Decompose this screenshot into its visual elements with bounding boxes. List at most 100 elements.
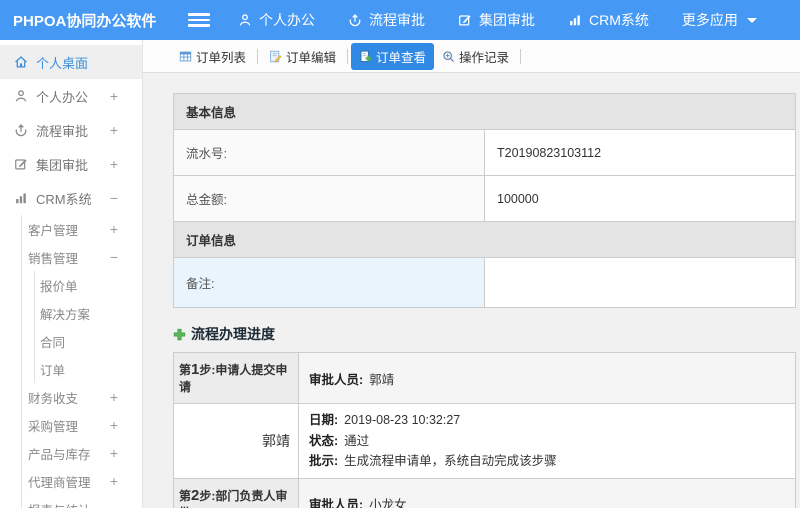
nav-item-personal-office[interactable]: 个人办公	[238, 10, 315, 30]
tab-operation-log[interactable]: 操作记录	[434, 43, 517, 70]
sidebar-item-label: CRM系统	[36, 191, 92, 207]
section-title: 基本信息	[173, 93, 796, 130]
tab-separator	[520, 48, 522, 64]
tab-order-list[interactable]: 订单列表	[171, 43, 254, 70]
tab-strip: 订单列表 订单编辑 订单查看 操作记录	[143, 40, 800, 73]
approver-cell: 审批人员: 小龙女	[298, 477, 796, 508]
sidebar: 个人桌面个人办公 + 流程审批 + 集团审批 + CRM系统 − 客户管理 + 销售管理 − 报价单解决…	[0, 40, 143, 508]
date-line-value: 2019-08-23 10:32:27	[344, 413, 461, 427]
tab-separator	[347, 48, 349, 64]
expand-icon[interactable]: +	[110, 122, 118, 138]
sidebar-item-customer-mgmt[interactable]: 客户管理 +	[22, 215, 142, 243]
expand-icon[interactable]: +	[110, 88, 118, 104]
nav-item-workflow-approval[interactable]: 流程审批	[348, 10, 425, 30]
step-header-row: 第2步:部门负责人审批审批人员: 小龙女	[173, 477, 796, 508]
step-date-line: 日期: 2019-08-23 10:32:27	[309, 410, 785, 431]
step-detail-row: 郭靖 日期: 2019-08-23 10:32:27 状态: 通过 批示: 生成流程申请单，…	[173, 403, 796, 479]
expand-icon[interactable]: +	[110, 389, 118, 405]
collapse-icon[interactable]: −	[110, 249, 118, 265]
menu-icon[interactable]	[188, 13, 210, 27]
user-icon	[14, 89, 28, 103]
nav-item-label: 更多应用	[681, 12, 738, 28]
approver-label: 审批人员:	[309, 372, 364, 387]
nav-item-crm-system[interactable]: CRM系统	[568, 10, 649, 30]
info-row: 备注:	[173, 257, 796, 308]
comment-line-label: 批示:	[309, 454, 339, 469]
section-header-row: 基本信息	[173, 93, 796, 130]
sidebar-item-label: 个人桌面	[36, 55, 89, 71]
sidebar-item-reports[interactable]: 报表与统计	[22, 495, 142, 508]
sidebar-item-label: 采购管理	[28, 419, 79, 434]
comment-line-value: 生成流程申请单，系统自动完成该步骤	[344, 454, 557, 469]
sidebar-item-label: 销售管理	[28, 251, 79, 266]
sidebar-item-quotation[interactable]: 报价单	[35, 271, 142, 299]
sidebar-item-label: 报价单	[40, 279, 78, 294]
edit-page-icon	[269, 50, 282, 63]
step-detail-cell: 日期: 2019-08-23 10:32:27 状态: 通过 批示: 生成流程申请单，系统…	[298, 403, 796, 479]
sidebar-item-finance[interactable]: 财务收支 +	[22, 383, 142, 411]
sidebar-item-label: 个人办公	[36, 89, 89, 105]
expand-icon[interactable]: +	[110, 473, 118, 489]
app-logo: PHPOA协同办公软件	[13, 12, 157, 30]
expand-icon[interactable]: +	[110, 445, 118, 461]
section-title: 订单信息	[173, 221, 796, 258]
field-label: 总金额:	[173, 175, 485, 222]
tab-order-edit[interactable]: 订单编辑	[261, 43, 344, 70]
date-line-label: 日期:	[309, 413, 339, 427]
tab-order-view[interactable]: 订单查看	[351, 42, 435, 70]
tab-label: 操作记录	[459, 50, 510, 65]
field-label: 流水号:	[173, 129, 485, 176]
content-area: 基本信息 流水号: T20190823103112 总金额: 100000 订单信息 备注:…	[143, 73, 800, 508]
approver-label: 审批人员:	[309, 498, 364, 508]
step-label: 第1步:申请人提交申请	[173, 352, 299, 404]
step-label: 第2步:部门负责人审批	[173, 477, 299, 508]
sidebar-group-sales-mgmt: 报价单解决方案 合同订单	[34, 271, 142, 383]
sidebar-item-workflow-approval[interactable]: 流程审批 +	[0, 113, 142, 147]
sidebar-item-order[interactable]: 订单	[35, 355, 142, 383]
status-line-value: 通过	[344, 433, 370, 448]
sidebar-item-agent-mgmt[interactable]: 代理商管理 +	[22, 467, 142, 495]
sidebar-item-desktop[interactable]: 个人桌面	[0, 45, 142, 79]
section-header-row: 订单信息	[173, 221, 796, 258]
sidebar-item-label: 流程审批	[36, 123, 89, 139]
sidebar-item-label: 订单	[40, 363, 66, 378]
expand-icon[interactable]: +	[110, 221, 118, 237]
chart-icon	[14, 191, 28, 205]
approver-name: 郭靖	[369, 372, 395, 387]
sidebar-item-personal-office[interactable]: 个人办公 +	[0, 79, 142, 113]
tab-label: 订单编辑	[286, 50, 337, 65]
approver-cell: 审批人员: 郭靖	[298, 352, 796, 404]
sidebar-item-contract[interactable]: 合同	[35, 327, 142, 355]
tab-label: 订单查看	[376, 50, 427, 65]
info-row: 流水号: T20190823103112	[173, 129, 796, 176]
sidebar-item-solution[interactable]: 解决方案	[35, 299, 142, 327]
sidebar-item-label: 客户管理	[28, 223, 79, 238]
plus-icon	[173, 328, 186, 341]
sidebar-item-crm-system[interactable]: CRM系统 −	[0, 181, 142, 215]
progress-title: 流程办理进度	[191, 326, 275, 342]
sidebar-item-purchase-mgmt[interactable]: 采购管理 +	[22, 411, 142, 439]
nav-item-group-approval[interactable]: 集团审批	[458, 10, 535, 30]
flow-icon	[14, 123, 28, 137]
sidebar-item-label: 财务收支	[28, 391, 79, 406]
topbar: PHPOA协同办公软件 个人办公 流程审批 集团审批 CRM系统 更多应用	[0, 0, 800, 40]
chart-icon	[568, 13, 582, 27]
expand-icon[interactable]: +	[110, 156, 118, 172]
edit-icon	[14, 157, 28, 171]
nav-item-more-apps[interactable]: 更多应用	[682, 10, 757, 30]
field-label: 备注:	[173, 257, 485, 308]
collapse-icon[interactable]: −	[110, 190, 118, 206]
sidebar-item-sales-mgmt[interactable]: 销售管理 −	[22, 243, 142, 271]
user-icon	[238, 13, 252, 27]
step-header-row: 第1步:申请人提交申请 审批人员: 郭靖	[173, 352, 796, 404]
caret-down-icon	[746, 17, 757, 23]
flow-icon	[348, 13, 362, 27]
sidebar-item-group-approval[interactable]: 集团审批 +	[0, 147, 142, 181]
sidebar-item-product-stock[interactable]: 产品与库存 +	[22, 439, 142, 467]
info-row: 总金额: 100000	[173, 175, 796, 222]
tab-label: 订单列表	[196, 50, 247, 65]
handler-name: 郭靖	[173, 403, 299, 479]
progress-table: 第1步:申请人提交申请 审批人员: 郭靖 郭靖 日期: 2019-08-23 10:32:…	[173, 352, 796, 508]
sidebar-item-label: 集团审批	[36, 157, 89, 173]
expand-icon[interactable]: +	[110, 417, 118, 433]
